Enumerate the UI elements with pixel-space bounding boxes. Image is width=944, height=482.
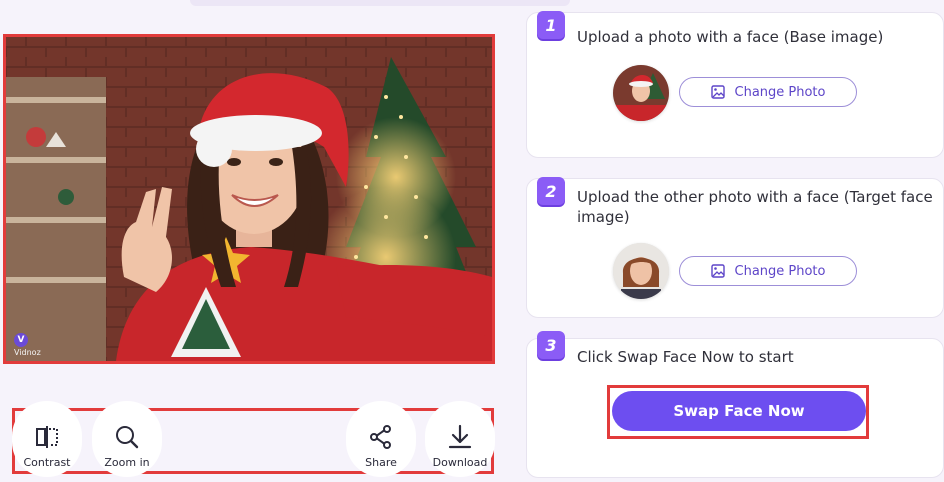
download-icon bbox=[448, 424, 472, 449]
target-face-thumbnail-image bbox=[613, 243, 669, 299]
change-target-photo-button[interactable]: Change Photo bbox=[679, 256, 857, 286]
download-button[interactable]: Download bbox=[425, 401, 495, 477]
target-face-thumbnail[interactable] bbox=[613, 243, 669, 299]
vidnoz-logo-icon: V bbox=[14, 333, 28, 347]
step-2-badge: 2 bbox=[537, 177, 565, 205]
base-photo-thumbnail-image bbox=[613, 65, 669, 121]
zoom-in-button[interactable]: Zoom in bbox=[92, 401, 162, 477]
step-1-card: 1 Upload a photo with a face (Base image… bbox=[526, 11, 944, 158]
preview-toolbar: Contrast Zoom in Share Download bbox=[12, 401, 495, 477]
step-1-badge: 1 bbox=[537, 11, 565, 39]
step-3-badge: 3 bbox=[537, 331, 565, 359]
image-icon bbox=[710, 85, 725, 99]
watermark-text: Vidnoz bbox=[14, 348, 41, 357]
swap-face-now-button[interactable]: Swap Face Now bbox=[612, 391, 866, 431]
base-image-thumbnail[interactable] bbox=[613, 65, 669, 121]
contrast-button[interactable]: Contrast bbox=[12, 401, 82, 477]
compare-split-icon bbox=[36, 426, 58, 448]
image-icon bbox=[710, 264, 725, 278]
magnifier-icon bbox=[116, 426, 139, 449]
change-target-photo-label: Change Photo bbox=[734, 263, 826, 279]
step-2-text: Upload the other photo with a face (Targ… bbox=[577, 188, 933, 226]
change-base-photo-button[interactable]: Change Photo bbox=[679, 77, 857, 107]
step-1-text: Upload a photo with a face (Base image) bbox=[577, 28, 884, 46]
step-3-card: 3 Click Swap Face Now to start Swap Face… bbox=[526, 331, 944, 478]
change-base-photo-label: Change Photo bbox=[734, 84, 826, 100]
result-preview-image: V Vidnoz bbox=[3, 34, 495, 364]
zoom-label: Zoom in bbox=[104, 456, 150, 469]
christmas-selfie-illustration bbox=[6, 37, 492, 361]
contrast-label: Contrast bbox=[23, 456, 71, 469]
share-icon bbox=[370, 425, 391, 449]
watermark: V Vidnoz bbox=[14, 333, 41, 357]
step-2-card: 2 Upload the other photo with a face (Ta… bbox=[526, 177, 944, 318]
share-button[interactable]: Share bbox=[346, 401, 416, 477]
download-label: Download bbox=[432, 456, 488, 469]
swap-face-highlight: Swap Face Now bbox=[607, 385, 869, 439]
share-label: Share bbox=[365, 456, 397, 469]
top-strip bbox=[190, 0, 570, 6]
step-3-text: Click Swap Face Now to start bbox=[577, 348, 794, 366]
